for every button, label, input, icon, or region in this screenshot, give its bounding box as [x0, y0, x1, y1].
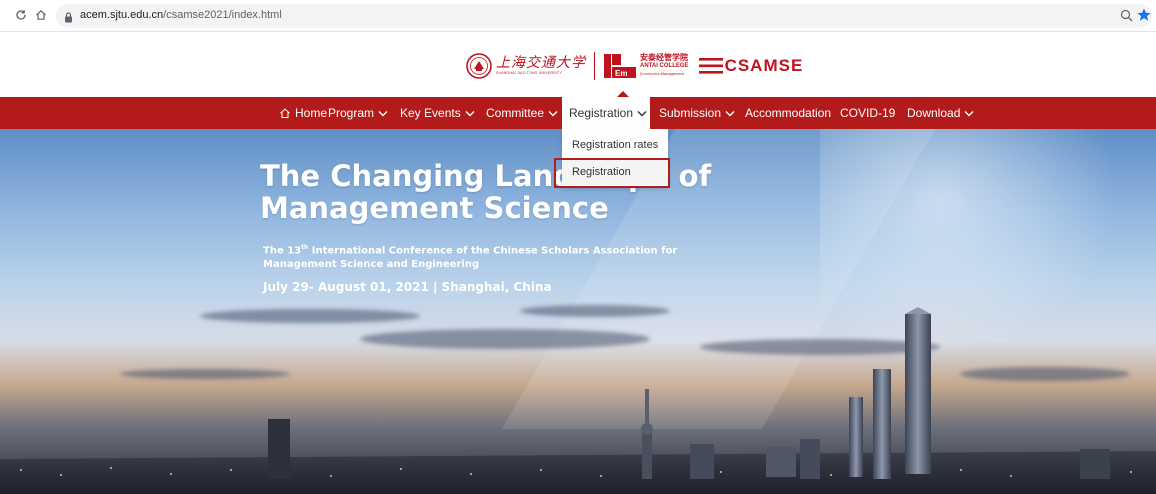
chevron-down-icon [465, 110, 475, 116]
url-path: /csamse2021/index.html [163, 9, 282, 21]
acem-subtitle: Economics Management [640, 71, 685, 76]
nav-label: Committee [486, 106, 545, 120]
nav-label: Home [295, 106, 328, 120]
hero-subtitle: The 13th International Conference of the… [263, 241, 733, 272]
nav-label: Accommodation [745, 106, 832, 120]
nav-label: Program [328, 106, 375, 120]
sjtu-seal-icon [466, 53, 492, 79]
reload-icon[interactable] [12, 6, 30, 24]
site-header: 上海交通大学 SHANGHAI JIAO TONG UNIVERSITY Em … [0, 32, 1156, 97]
registration-dropdown-menu: Registration rates Registration [562, 129, 668, 187]
svg-text:Em: Em [615, 69, 627, 78]
acem-logo-icon: Em [604, 54, 636, 78]
csamse-lines-icon [698, 58, 723, 74]
logo-divider [594, 52, 595, 80]
url-domain: acem.sjtu.edu.cn [80, 9, 164, 21]
hero-subtitle-rest: International Conference of the Chinese … [263, 245, 678, 271]
nav-label: Registration [569, 106, 634, 120]
sjtu-name-en: SHANGHAI JIAO TONG UNIVERSITY [496, 71, 562, 75]
dropdown-item-label: Registration [572, 166, 631, 178]
nav-item-covid19[interactable]: COVID-19 [840, 97, 895, 129]
browser-toolbar: acem.sjtu.edu.cn/csamse2021/index.html [0, 0, 1156, 32]
chevron-down-icon [637, 110, 647, 116]
nav-item-accommodation[interactable]: Accommodation [745, 97, 831, 129]
url-text[interactable]: acem.sjtu.edu.cn/csamse2021/index.html [80, 9, 282, 21]
dropdown-item-label: Registration rates [572, 139, 659, 151]
nav-item-download[interactable]: Download [907, 97, 974, 129]
chevron-down-icon [964, 110, 974, 116]
nav-item-home[interactable]: Home [279, 97, 327, 129]
nav-label: Download [907, 106, 961, 120]
hero-date-location: July 29- August 01, 2021 | Shanghai, Chi… [263, 280, 552, 294]
bookmark-star-icon[interactable] [1136, 7, 1152, 28]
nav-label: COVID-19 [840, 106, 896, 120]
chevron-down-icon [378, 110, 388, 116]
home-icon [280, 108, 290, 118]
dropdown-item-registration[interactable]: Registration [562, 159, 668, 185]
browser-home-icon[interactable] [32, 6, 50, 24]
dropdown-item-registration-rates[interactable]: Registration rates [562, 132, 668, 158]
address-bar[interactable]: acem.sjtu.edu.cn/csamse2021/index.html [56, 4, 1152, 28]
chevron-down-icon [548, 110, 558, 116]
acem-name-cn: 安泰经管学院 [640, 53, 688, 62]
nav-label: Key Events [400, 106, 461, 120]
acem-name-en: ANTAI COLLEGE [640, 63, 689, 69]
nav-item-key-events[interactable]: Key Events [400, 97, 475, 129]
nav-item-program[interactable]: Program [328, 97, 388, 129]
zoom-icon[interactable] [1120, 9, 1133, 27]
chevron-down-icon [725, 110, 735, 116]
main-nav: Home Program Key Events Committee Regist… [0, 97, 1156, 129]
nav-item-registration[interactable]: Registration [562, 97, 650, 129]
hero-subtitle-prefix: The 13 [263, 245, 302, 257]
lock-icon [64, 10, 73, 28]
nav-item-submission[interactable]: Submission [659, 97, 735, 129]
logo-group[interactable]: 上海交通大学 SHANGHAI JIAO TONG UNIVERSITY Em … [466, 51, 803, 81]
hero-title: The Changing Landscape of Management Sci… [260, 159, 712, 225]
nav-label: Submission [659, 106, 722, 120]
sjtu-name-cn: 上海交通大学 [496, 55, 586, 71]
nav-item-committee[interactable]: Committee [486, 97, 558, 129]
csamse-logo-text: CSAMSE [724, 56, 804, 75]
